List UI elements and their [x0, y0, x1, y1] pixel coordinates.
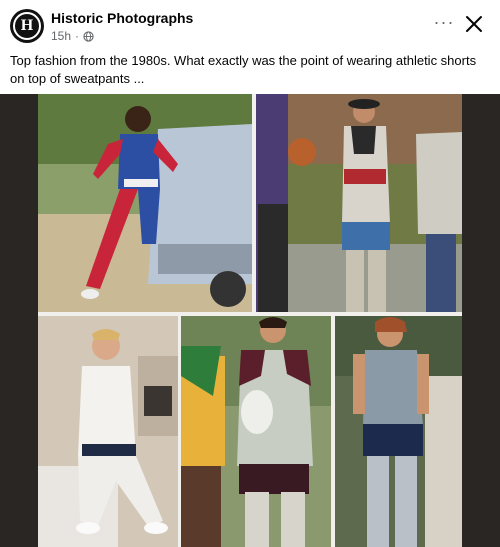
close-icon [466, 16, 482, 32]
globe-icon [83, 30, 94, 42]
post-photo[interactable] [0, 94, 500, 547]
post-header: H Historic Photographs 15h · ··· [0, 0, 500, 44]
collage-photo-sleeveless-sweatshirt [335, 316, 462, 547]
meta-separator: · [75, 29, 80, 43]
more-horizontal-icon: ··· [433, 11, 455, 32]
collage-photo-basketball-boys [256, 94, 462, 312]
close-button[interactable] [462, 12, 486, 36]
collage-photo-tracksuit-girl [38, 94, 252, 312]
post-meta: 15h · [51, 29, 94, 43]
collage-frame [38, 94, 462, 547]
page-name-link[interactable]: Historic Photographs [51, 10, 193, 26]
avatar[interactable]: H [10, 9, 44, 43]
page-logo-letter: H [13, 12, 41, 40]
collage-photo-man-white-outfit [38, 316, 178, 547]
collage-photo-runners [181, 316, 331, 547]
post-caption: Top fashion from the 1980s. What exactly… [10, 53, 477, 86]
timestamp-link[interactable]: 15h [51, 29, 71, 43]
more-options-button[interactable]: ··· [432, 10, 456, 34]
